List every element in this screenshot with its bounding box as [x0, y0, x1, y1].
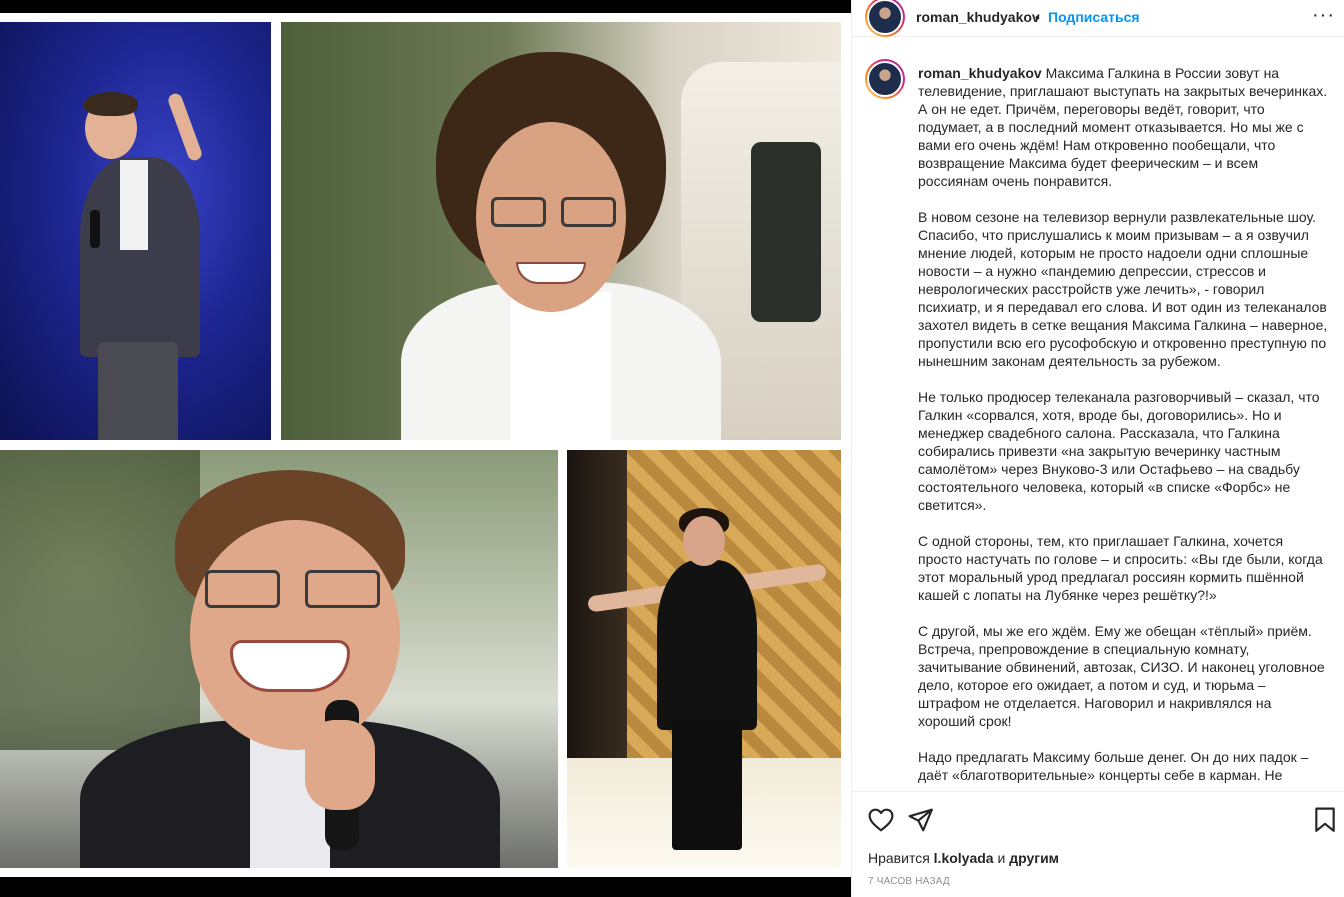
- post-actions: Нравится l.kolyada и другим 7 ЧАСОВ НАЗА…: [852, 791, 1344, 897]
- photo-curly-hair-car: [281, 22, 841, 440]
- post-caption: roman_khudyakov Максима Галкина в России…: [918, 64, 1328, 788]
- photo-gold-wall: [567, 450, 841, 868]
- author-avatar[interactable]: [865, 0, 905, 37]
- caption-paragraph: roman_khudyakov Максима Галкина в России…: [918, 64, 1328, 190]
- liker-username[interactable]: l.kolyada: [934, 850, 994, 866]
- photo-stage-performer: [0, 22, 271, 440]
- likes-conjunction: и: [997, 850, 1006, 866]
- paper-plane-icon[interactable]: [908, 808, 934, 832]
- caption-paragraph: С одной стороны, тем, кто приглашает Гал…: [918, 533, 1323, 603]
- heart-icon[interactable]: [868, 808, 894, 832]
- post-media[interactable]: [0, 0, 851, 897]
- photo-grinning-microphone: [0, 450, 558, 868]
- more-options-icon[interactable]: ···: [1312, 4, 1335, 27]
- caption-author-username[interactable]: roman_khudyakov: [918, 65, 1042, 81]
- post-sidebar: roman_khudyakov • Подписаться ··· roman_…: [851, 0, 1344, 897]
- likes-others-link[interactable]: другим: [1009, 850, 1059, 866]
- bookmark-icon[interactable]: [1313, 807, 1337, 833]
- caption-paragraph: В новом сезоне на телевизор вернули разв…: [918, 209, 1328, 369]
- caption-paragraph: С другой, мы же его ждём. Ему же обещан …: [918, 623, 1325, 729]
- likes-prefix: Нравится: [868, 850, 930, 866]
- header-separator: •: [1035, 9, 1040, 25]
- post-timestamp[interactable]: 7 ЧАСОВ НАЗАД: [868, 876, 950, 887]
- caption-paragraph: Не только продюсер телеканала разговорчи…: [918, 389, 1320, 513]
- likes-summary: Нравится l.kolyada и другим: [868, 850, 1059, 866]
- author-username[interactable]: roman_khudyakov: [916, 9, 1040, 25]
- follow-button[interactable]: Подписаться: [1048, 9, 1140, 25]
- post-header: roman_khudyakov • Подписаться ···: [852, 0, 1344, 37]
- caption-paragraph: Надо предлагать Максиму больше денег. Он…: [918, 749, 1309, 788]
- caption-author-avatar[interactable]: [865, 59, 905, 99]
- caption-text: Максима Галкина в России зовут на телеви…: [918, 65, 1328, 189]
